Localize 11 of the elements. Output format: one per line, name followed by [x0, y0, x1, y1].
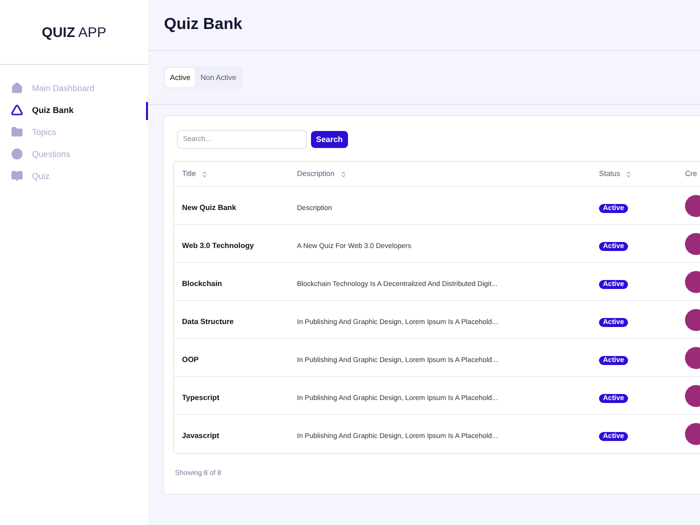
sort-icon[interactable] — [340, 170, 347, 178]
active-indicator — [146, 102, 148, 120]
search-button[interactable]: Search — [311, 131, 348, 148]
folder-icon — [11, 126, 23, 138]
triangle-icon — [11, 104, 23, 116]
sort-icon[interactable] — [200, 170, 208, 178]
brand-name: QUIZ APP — [42, 22, 106, 42]
page-title: Quiz Bank — [164, 15, 242, 35]
home-icon — [11, 82, 23, 94]
sort-icon[interactable] — [625, 170, 632, 178]
sidebar-item[interactable]: Quiz Bank — [32, 104, 74, 116]
